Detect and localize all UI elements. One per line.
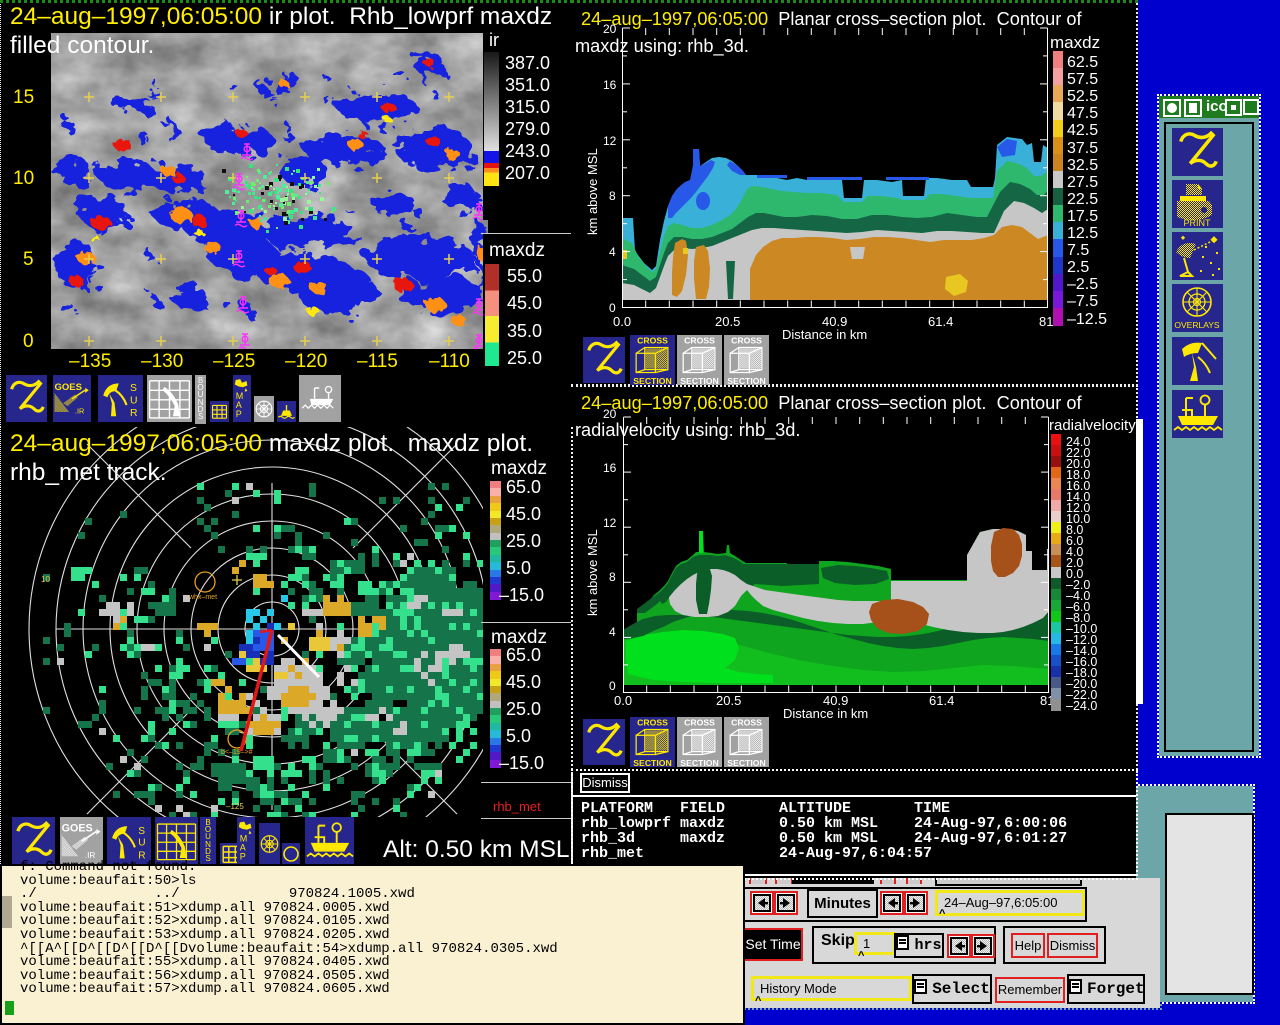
svg-text:b<–19–>#: b<–19–># bbox=[221, 749, 253, 756]
svg-text:–125: –125 bbox=[226, 802, 244, 811]
svg-text:10: 10 bbox=[41, 575, 50, 584]
svg-text:whx–met: whx–met bbox=[188, 594, 217, 601]
